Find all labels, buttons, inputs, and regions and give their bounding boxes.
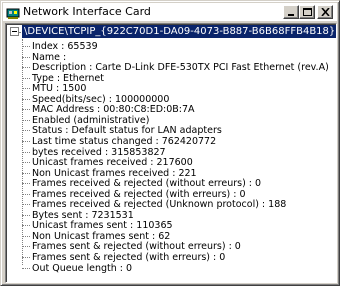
close-icon xyxy=(321,8,330,16)
minimize-button[interactable] xyxy=(283,5,299,19)
tree-connector xyxy=(22,77,30,79)
maximize-button[interactable] xyxy=(299,5,315,19)
tree-connector xyxy=(22,46,30,47)
close-button[interactable] xyxy=(317,5,333,19)
tree-connector xyxy=(22,109,30,111)
tree-connector xyxy=(22,204,30,206)
tree-connector xyxy=(22,162,30,164)
tree-connector xyxy=(22,98,30,100)
app-window: Network Interface Card \DEVICE\TCPIP_{92… xyxy=(0,0,340,286)
tree-view[interactable]: \DEVICE\TCPIP_{922C70D1-DA09-4073-B887-B… xyxy=(5,23,337,283)
device-root-node[interactable]: \DEVICE\TCPIP_{922C70D1-DA09-4073-B887-B… xyxy=(22,25,336,38)
tree-connector xyxy=(22,183,30,185)
tree-connector xyxy=(22,140,30,142)
tree-connector xyxy=(22,193,30,195)
tree-connector xyxy=(22,235,30,237)
tree-connector xyxy=(22,67,30,69)
tree-connector xyxy=(22,130,30,132)
title-bar[interactable]: Network Interface Card xyxy=(3,3,337,21)
tree-connector xyxy=(22,214,30,216)
collapse-toggle[interactable] xyxy=(10,27,19,36)
tree-connector xyxy=(22,151,30,153)
tree-connector xyxy=(22,172,30,174)
window-title: Network Interface Card xyxy=(23,5,151,18)
tree-item-label: Out Queue length : 0 xyxy=(32,262,133,274)
tree-connector xyxy=(22,119,30,121)
tree-connector xyxy=(22,56,30,58)
tree-connector xyxy=(22,225,30,227)
tree-connector xyxy=(22,88,30,90)
minimize-icon xyxy=(288,14,294,16)
maximize-icon xyxy=(303,8,312,16)
tree-connector xyxy=(22,267,30,269)
tree-connector xyxy=(22,246,30,248)
network-card-icon xyxy=(6,5,20,19)
tree-connector xyxy=(22,257,30,258)
